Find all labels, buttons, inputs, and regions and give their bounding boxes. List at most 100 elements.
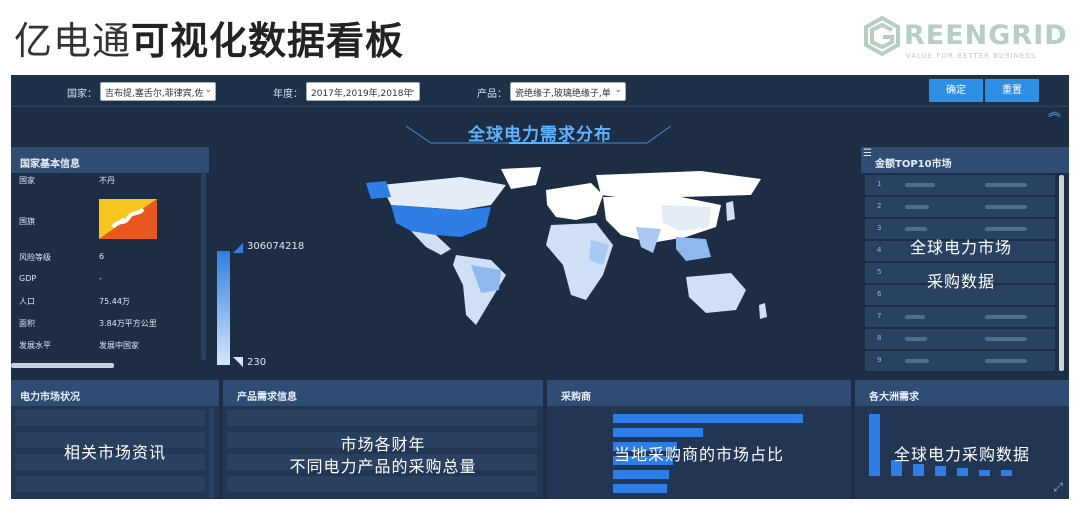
row-index: 6 xyxy=(877,290,882,298)
buyer-bar[interactable] xyxy=(613,414,803,423)
top10-row[interactable]: 8 xyxy=(865,329,1055,349)
country-info-panel: 国家 不丹 国旗 风险等级 6 GDP - 人口 75.44万 面积 3.84万… xyxy=(11,172,209,372)
top10-scrollbar[interactable] xyxy=(1059,175,1064,371)
map-title: 全球电力需求分布 xyxy=(468,125,612,145)
slide-title-light: 亿电通 xyxy=(14,19,132,63)
year-select-value: 2017年,2019年,2018年 xyxy=(311,89,413,99)
buyer-bar[interactable] xyxy=(613,484,667,493)
map-region-australia[interactable] xyxy=(686,273,746,313)
buyers-overlay: 当地采购商的市场占比 xyxy=(613,445,784,464)
top10-row[interactable]: 3 xyxy=(865,219,1055,239)
map-region-greenland[interactable] xyxy=(501,167,541,189)
info-value: 75.44万 xyxy=(99,297,130,306)
logo-tagline: VALUE FOR BETTER BUSINESS xyxy=(906,52,1037,60)
market-overlay: 相关市场资讯 xyxy=(63,443,166,462)
year-filter-label: 年度： xyxy=(273,89,303,100)
product-select[interactable]: 瓷绝缘子,玻璃绝缘子,单 ⌄ xyxy=(510,82,626,101)
info-row-country: 国家 不丹 xyxy=(11,175,197,195)
world-map[interactable] xyxy=(341,165,791,335)
row-index: 8 xyxy=(877,334,882,342)
country-select-value: 吉布提,塞舌尔,菲律宾,佐 xyxy=(105,89,204,99)
top10-row[interactable]: 9 xyxy=(865,351,1055,371)
bhutan-flag-image xyxy=(99,199,157,239)
buyer-bar[interactable] xyxy=(613,470,669,479)
continent-bar[interactable] xyxy=(1001,470,1012,476)
info-scrollbar-horizontal[interactable] xyxy=(11,363,114,368)
map-region-canada[interactable] xyxy=(381,177,506,210)
row-index: 4 xyxy=(877,246,882,254)
continents-header: 各大洲需求 xyxy=(855,380,1069,406)
info-key: 国旗 xyxy=(19,217,35,226)
logo-wordmark: REENGRID xyxy=(904,20,1068,51)
map-region-usa[interactable] xyxy=(391,205,491,237)
buyers-header: 采购商 xyxy=(547,380,851,406)
slide-title: 亿电通可视化数据看板 xyxy=(14,10,404,65)
info-key: 人口 xyxy=(19,297,35,306)
map-region-southeast-asia[interactable] xyxy=(676,237,711,261)
top10-row[interactable]: 7 xyxy=(865,307,1055,327)
collapse-up-icon[interactable]: ︽ xyxy=(1048,106,1061,119)
news-row[interactable] xyxy=(15,410,205,426)
product-demand-panel: 产品需求信息 市场各财年 不同电力产品的采购总量 xyxy=(223,378,543,499)
product-filter-label: 产品： xyxy=(477,89,507,100)
product-select-value: 瓷绝缘子,玻璃绝缘子,单 xyxy=(515,89,611,99)
product-overlay-line2: 不同电力产品的采购总量 xyxy=(289,457,477,476)
row-index: 1 xyxy=(877,180,882,188)
info-key: 面积 xyxy=(19,319,35,328)
row-index: 9 xyxy=(877,356,882,364)
confirm-button[interactable]: 确定 xyxy=(929,79,983,102)
map-region-japan[interactable] xyxy=(726,201,735,221)
legend-top-marker xyxy=(233,243,243,253)
table-row[interactable] xyxy=(227,410,537,426)
greengrid-logo: REENGRID VALUE FOR BETTER BUSINESS xyxy=(862,14,1067,66)
info-key: GDP xyxy=(19,274,37,283)
map-region-alaska[interactable] xyxy=(366,181,391,199)
continent-bar[interactable] xyxy=(979,470,990,476)
info-scroll-track[interactable] xyxy=(201,172,206,360)
top10-row[interactable]: 2 xyxy=(865,197,1055,217)
info-value: - xyxy=(99,274,102,283)
top10-overlay-line2: 采购数据 xyxy=(926,272,995,291)
top10-header: 金额TOP10市场 xyxy=(861,147,1069,173)
year-select[interactable]: 2017年,2019年,2018年 ⌄ xyxy=(306,82,420,101)
expand-icon[interactable]: ⤢ xyxy=(1053,480,1063,495)
legend-gradient xyxy=(217,251,230,365)
buyer-bar[interactable] xyxy=(613,428,703,437)
buyers-panel: 采购商 当地采购商的市场占比 xyxy=(547,378,851,499)
country-select[interactable]: 吉布提,塞舌尔,菲律宾,佐 ⌄ xyxy=(100,82,216,101)
map-region-europe[interactable] xyxy=(546,183,603,220)
country-info-header: 国家基本信息 xyxy=(11,147,209,173)
row-index: 3 xyxy=(877,224,882,232)
top10-row[interactable]: 1 xyxy=(865,175,1055,195)
info-key: 国家 xyxy=(19,176,35,185)
chevron-down-icon: ⌄ xyxy=(204,85,212,95)
menu-icon[interactable]: ☰ xyxy=(863,148,872,159)
info-key: 风险等级 xyxy=(19,253,51,262)
continents-overlay: 全球电力采购数据 xyxy=(893,445,1030,464)
country-filter-label: 国家： xyxy=(67,89,97,100)
map-title-bar: 全球电力需求分布 xyxy=(11,113,1069,147)
chevron-down-icon: ⌄ xyxy=(408,85,416,95)
info-value: 6 xyxy=(99,252,105,261)
row-index: 5 xyxy=(877,268,882,276)
market-status-panel: 电力市场状况 相关市场资讯 xyxy=(11,378,219,499)
dashboard: 国家： 吉布提,塞舌尔,菲律宾,佐 ⌄ 年度： 2017年,2019年,2018… xyxy=(11,75,1069,499)
legend-bottom-marker xyxy=(233,357,243,367)
legend-max-label: 306074218 xyxy=(247,241,305,252)
top10-overlay-line1: 全球电力市场 xyxy=(909,238,1012,257)
info-key: 发展水平 xyxy=(19,341,51,350)
slide-title-bold: 可视化数据看板 xyxy=(131,19,405,63)
map-region-new-zealand[interactable] xyxy=(759,303,767,319)
map-region-india[interactable] xyxy=(636,227,661,253)
product-overlay-line1: 市场各财年 xyxy=(340,435,426,454)
slide: 亿电通可视化数据看板 REENGRID VALUE FOR BETTER BUS… xyxy=(0,0,1080,509)
continent-bar[interactable] xyxy=(935,466,946,476)
map-region-russia[interactable] xyxy=(596,171,761,199)
table-row[interactable] xyxy=(227,476,537,492)
product-demand-header: 产品需求信息 xyxy=(223,380,543,406)
reset-button[interactable]: 重置 xyxy=(985,79,1039,102)
market-status-header: 电力市场状况 xyxy=(11,380,219,406)
continents-panel: 各大洲需求 全球电力采购数据 ⤢ xyxy=(855,378,1069,499)
continent-bar[interactable] xyxy=(957,468,968,476)
news-row[interactable] xyxy=(15,476,205,492)
